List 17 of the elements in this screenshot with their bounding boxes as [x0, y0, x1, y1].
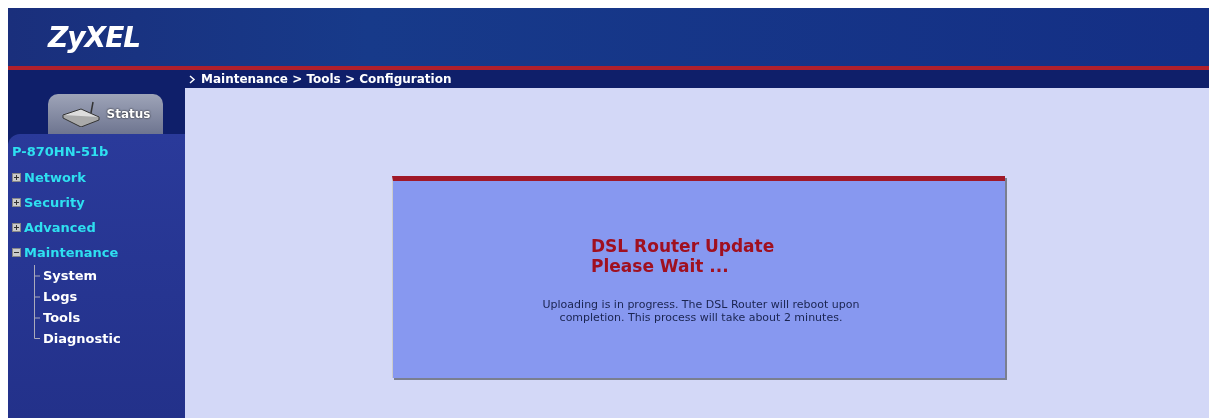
- dialog-message: Uploading is in progress. The DSL Router will reboot upon completion. This process will take about 2 minutes.: [541, 298, 861, 324]
- logo: ZyXEL: [48, 20, 141, 54]
- chevron-icon: [189, 74, 197, 84]
- menu-item[interactable]: Network: [12, 165, 185, 190]
- menu-item[interactable]: Security: [12, 190, 185, 215]
- submenu-item[interactable]: Logs: [40, 289, 78, 304]
- submenu-item[interactable]: System: [40, 268, 98, 283]
- dialog-title: DSL Router Update: [591, 236, 776, 256]
- submenu-item[interactable]: Diagnostic: [40, 331, 121, 346]
- dialog-subtitle: Please Wait ...: [591, 256, 730, 276]
- router-icon: [60, 101, 101, 127]
- submenu-item[interactable]: Tools: [40, 310, 81, 325]
- menu-item[interactable]: Maintenance: [12, 240, 185, 265]
- breadcrumb: Maintenance > Tools > Configuration: [201, 72, 452, 86]
- status-tab[interactable]: Status: [48, 94, 163, 134]
- device-name: P-870HN-51b: [12, 144, 110, 159]
- menu-item[interactable]: Advanced: [12, 215, 185, 240]
